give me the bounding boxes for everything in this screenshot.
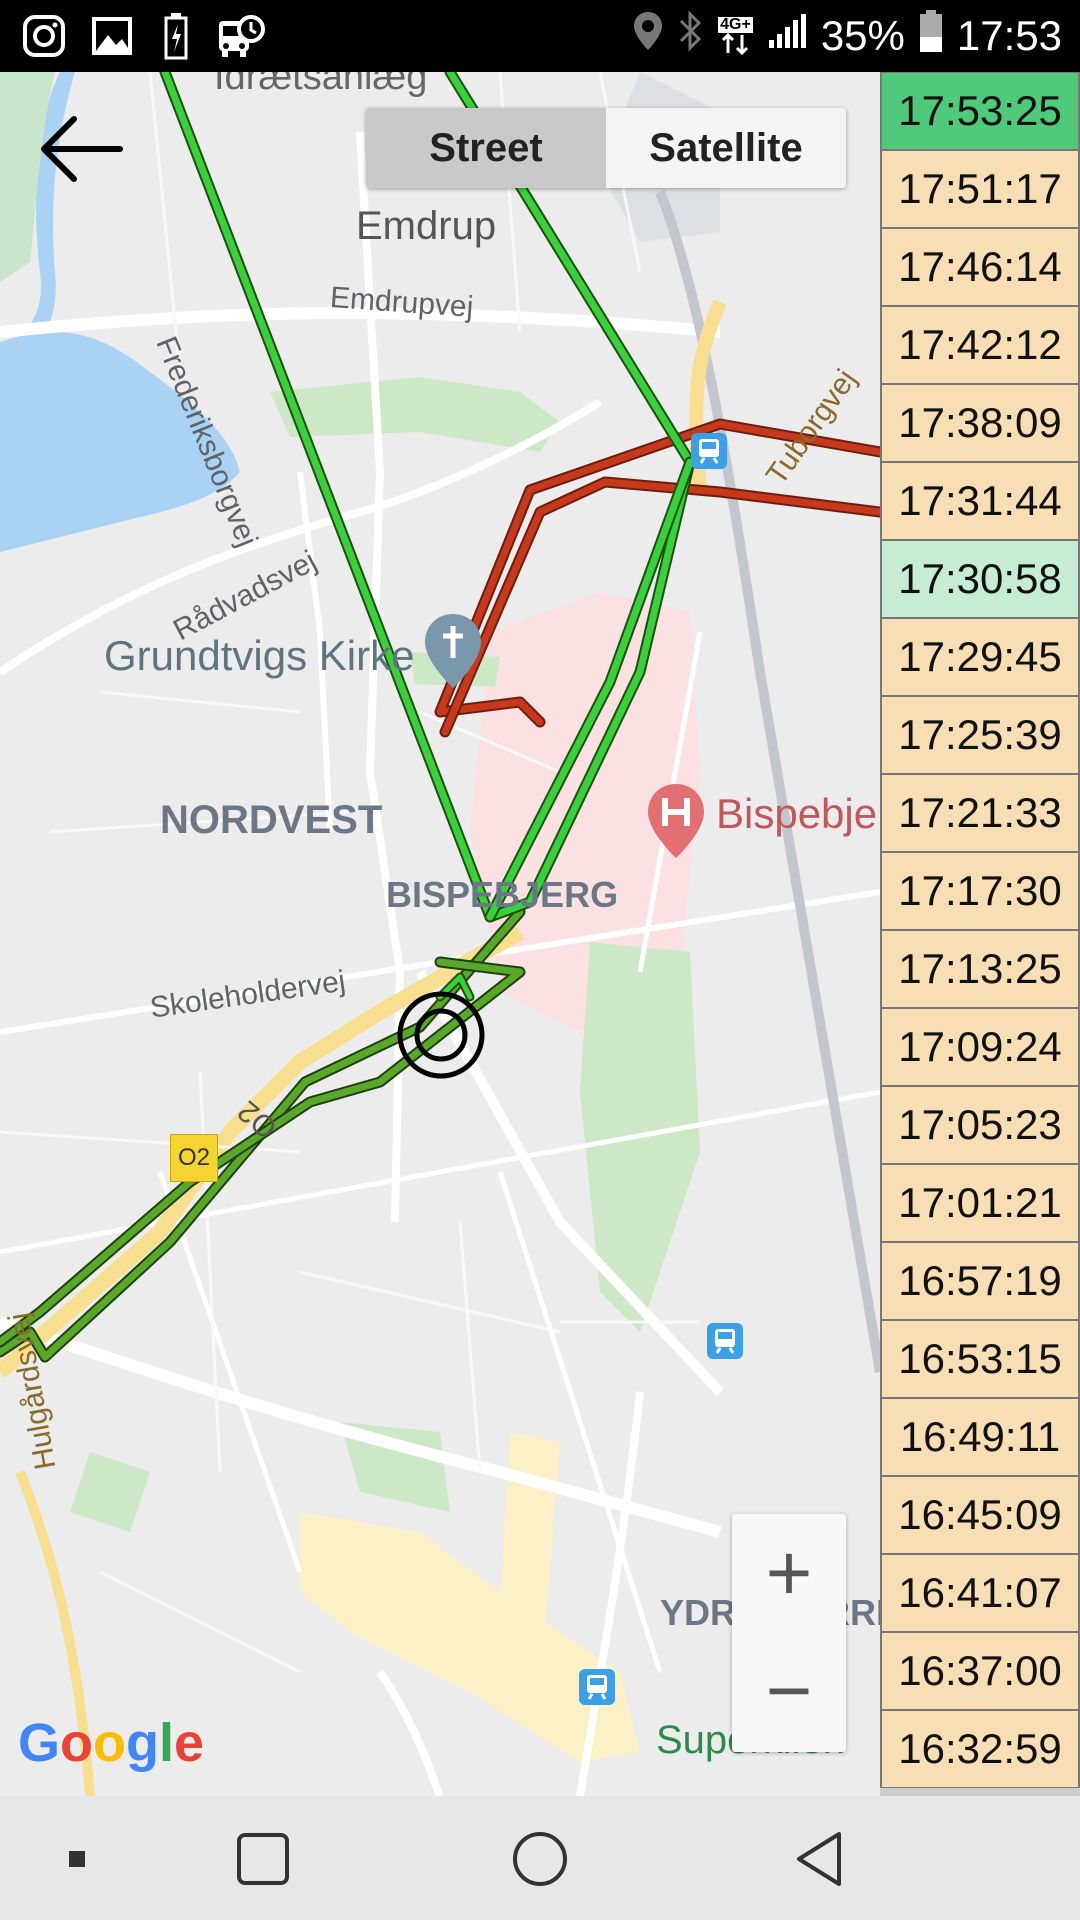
signal-icon [767,12,807,60]
time-list-item[interactable]: 16:41:07 [880,1554,1080,1632]
time-list-item[interactable]: 16:37:00 [880,1632,1080,1710]
street-button[interactable]: Street [366,108,606,188]
o2-route-badge: O2 [170,1134,218,1182]
label-bispebjerg: BISPEBJERG [386,874,619,915]
time-list-item[interactable]: 17:01:21 [880,1164,1080,1242]
label-grundtvigs-kirke: Grundtvigs Kirke [104,632,415,679]
battery-saver-icon [156,13,196,60]
time-list-item[interactable]: 17:42:12 [880,306,1080,384]
bluetooth-icon [678,10,704,62]
zoom-out-button[interactable]: − [732,1632,846,1750]
back-arrow-button[interactable] [36,114,126,184]
recents-dot-icon[interactable] [42,1824,112,1894]
time-list-item[interactable]: 17:46:14 [880,228,1080,306]
zoom-controls: + − [732,1514,846,1752]
time-list-item[interactable]: 17:05:23 [880,1086,1080,1164]
gallery-icon [88,14,136,58]
train-station-icon[interactable] [690,432,728,470]
label-emdrup: Emdrup [356,204,497,248]
label-idraetsanlaeg: Idrætsanlæg [214,72,428,98]
battery-percent: 35% [820,12,905,59]
time-list[interactable]: 17:53:25 17:51:17 17:46:14 17:42:12 17:38:09… [880,72,1080,1796]
home-circle-icon[interactable] [505,1824,575,1894]
bus-tracker-icon [216,14,266,58]
overview-square-icon[interactable] [228,1824,298,1894]
time-list-item[interactable]: 17:09:24 [880,1008,1080,1086]
time-list-item[interactable]: 17:30:58 [880,540,1080,618]
time-list-item[interactable]: 16:45:09 [880,1476,1080,1554]
status-right: 4G+ 35% 17:53 [632,0,1062,72]
time-list-item[interactable]: 17:17:30 [880,852,1080,930]
time-list-item[interactable]: 17:38:09 [880,384,1080,462]
train-station-icon-2[interactable] [706,1322,744,1360]
time-list-item[interactable]: 16:49:11 [880,1398,1080,1476]
hospital-pin-icon[interactable] [645,782,707,860]
time-list-item[interactable]: 16:57:19 [880,1242,1080,1320]
time-list-item[interactable]: 17:31:44 [880,462,1080,540]
label-bispebjerg-hospital: Bispebjer [716,790,880,837]
location-icon [632,10,664,62]
current-position-marker-icon [397,991,485,1079]
google-logo: Google [18,1713,205,1773]
navigation-bar [0,1796,1080,1920]
status-bar: 4G+ 35% 17:53 [0,0,1080,72]
time-list-item[interactable]: 17:51:17 [880,150,1080,228]
train-station-icon-3[interactable] [578,1668,616,1706]
label-nordvest: NORDVEST [160,798,383,842]
church-pin-icon[interactable] [422,612,484,690]
back-triangle-icon[interactable] [784,1824,854,1894]
instagram-icon [20,14,68,58]
time-list-item[interactable]: 17:53:25 [880,72,1080,150]
time-list-item[interactable]: 17:29:45 [880,618,1080,696]
zoom-in-button[interactable]: + [732,1514,846,1632]
clock: 17:53 [956,12,1062,59]
time-list-item[interactable]: 17:13:25 [880,930,1080,1008]
time-list-item[interactable]: 17:25:39 [880,696,1080,774]
battery-icon [919,9,943,63]
time-list-item[interactable]: 17:21:33 [880,774,1080,852]
map-type-toggle: Street Satellite [366,108,846,188]
map-view[interactable]: O2 Idrætsanlæg Emdrup Emdrupvej Frederik… [0,72,880,1796]
time-list-item[interactable]: 16:53:15 [880,1320,1080,1398]
time-list-item[interactable]: 16:32:59 [880,1710,1080,1788]
network-icon: 4G+ [718,17,753,55]
satellite-button[interactable]: Satellite [606,108,846,188]
